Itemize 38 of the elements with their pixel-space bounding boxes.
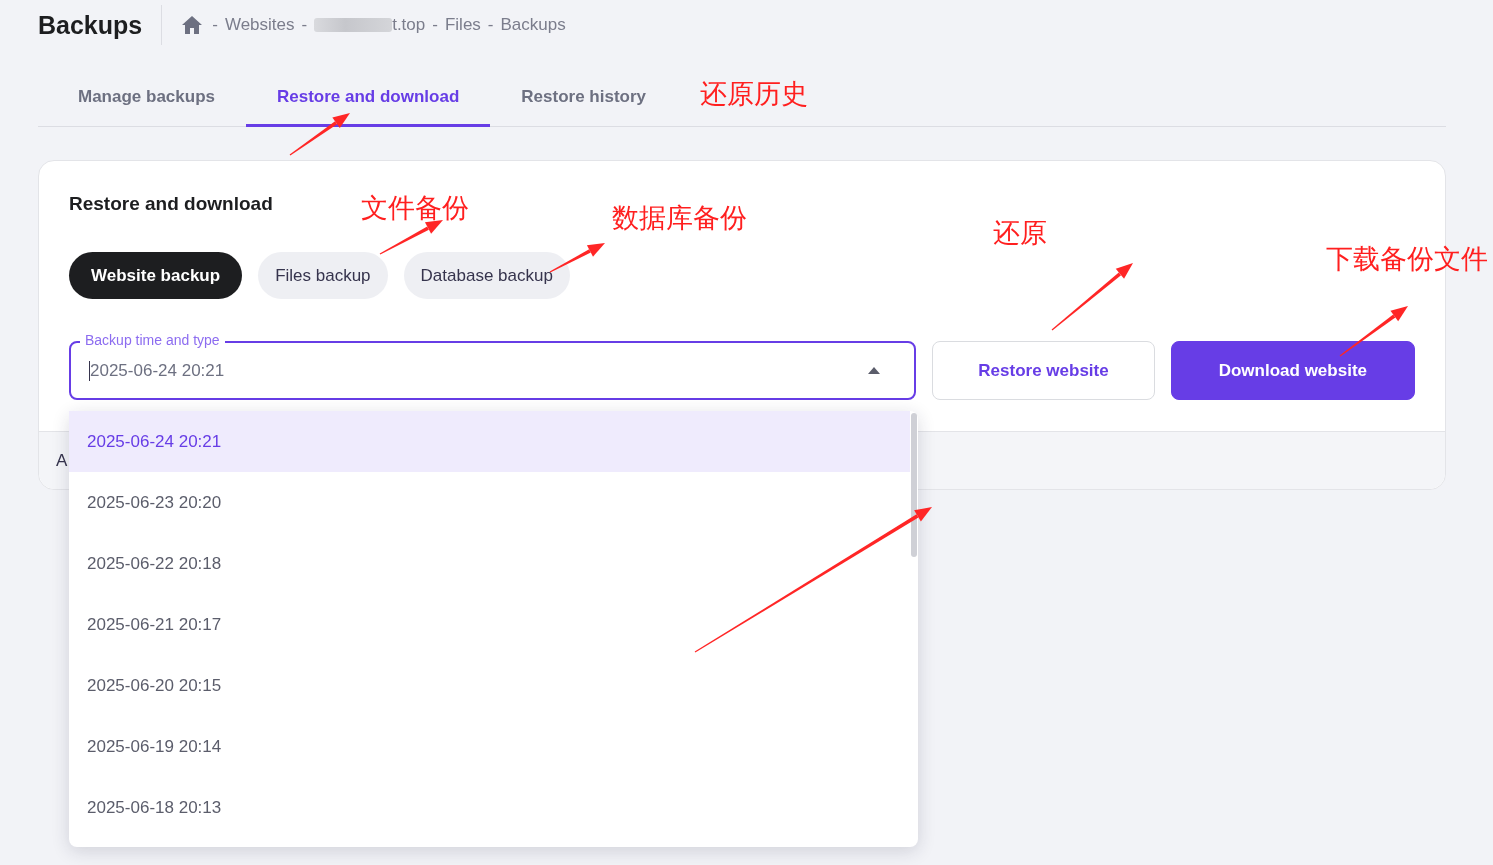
annotation-label: 文件备份 (361, 192, 469, 224)
breadcrumb-separator: - (212, 15, 218, 35)
home-icon[interactable] (182, 16, 203, 34)
card-title: Restore and download (69, 192, 273, 216)
dropdown-option[interactable]: 2025-06-23 20:20 (69, 472, 911, 533)
annotation-arrow (1339, 306, 1408, 357)
breadcrumb-separator: - (487, 15, 494, 35)
scrollbar-thumb[interactable] (911, 413, 918, 557)
backup-type-chip[interactable]: Files backup (258, 252, 388, 299)
breadcrumb-current: Backups (500, 15, 566, 35)
breadcrumb-link[interactable]: Websites (224, 15, 295, 35)
tab[interactable]: Manage backups (47, 70, 246, 127)
field-label: Backup time and type (80, 331, 225, 349)
footer-text: A (56, 450, 68, 471)
breadcrumb-link[interactable]: Files (444, 15, 481, 35)
download-button[interactable]: Download website (1170, 341, 1415, 400)
breadcrumb-link[interactable]: t.top (392, 15, 426, 35)
dropdown-option[interactable]: 2025-06-21 20:17 (69, 594, 911, 655)
restore-button[interactable]: Restore website (932, 341, 1155, 400)
dropdown-option[interactable]: 2025-06-20 20:15 (69, 655, 911, 716)
annotation-label: 数据库备份 (612, 202, 747, 234)
caret-icon (868, 367, 881, 374)
annotation-label: 还原历史 (700, 78, 808, 110)
annotation-label: 还原 (993, 217, 1047, 249)
annotation-arrow (289, 113, 350, 156)
page-title: Backups (38, 10, 143, 40)
text-cursor (89, 360, 90, 381)
backup-type-chip[interactable]: Database backup (403, 252, 570, 299)
tab[interactable]: Restore history (490, 70, 677, 127)
dropdown-option[interactable]: 2025-06-19 20:14 (69, 716, 911, 777)
breadcrumb-separator: - (301, 15, 308, 35)
dropdown-option[interactable]: 2025-06-24 20:21 (69, 411, 911, 472)
backup-type-chip[interactable]: Website backup (69, 252, 243, 299)
annotation-label: 下载备份文件 (1326, 243, 1488, 275)
dropdown-option[interactable]: 2025-06-22 20:18 (69, 533, 911, 594)
annotation-arrow (379, 220, 443, 255)
breadcrumb-separator: - (432, 15, 438, 35)
dropdown-option[interactable]: 2025-06-18 20:13 (69, 777, 911, 838)
